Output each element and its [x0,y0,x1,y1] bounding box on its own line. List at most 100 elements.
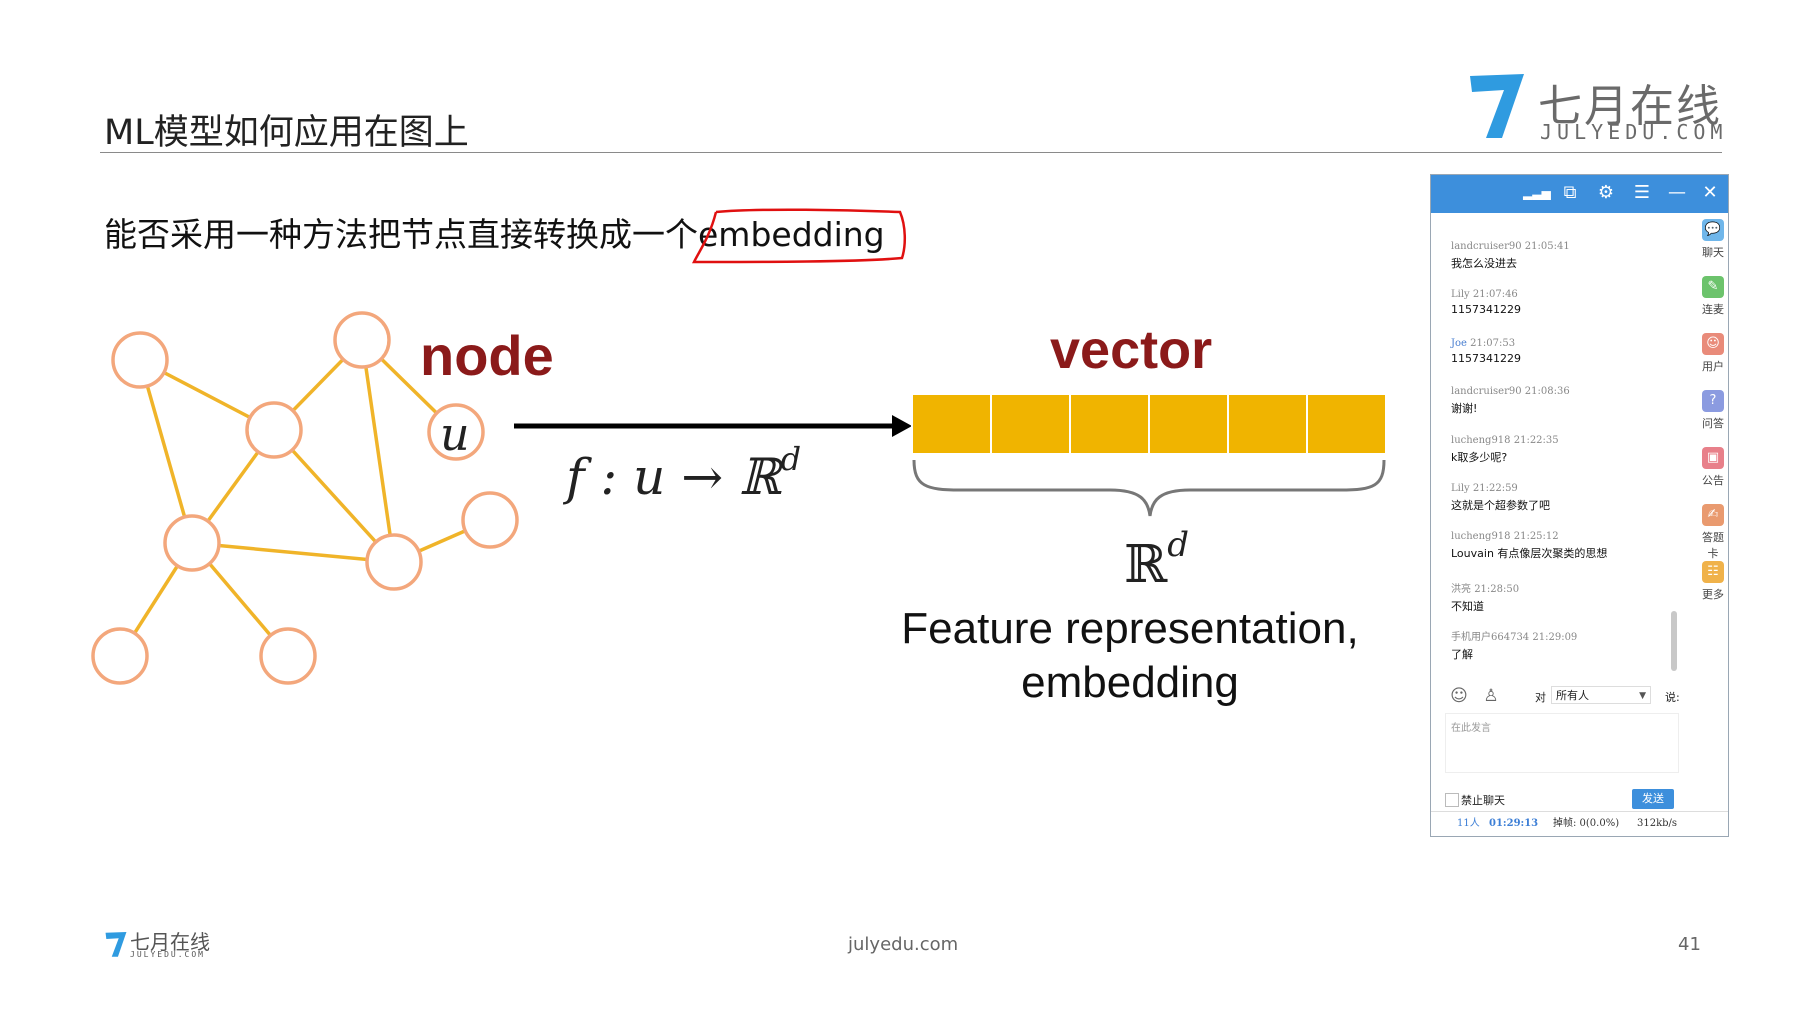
chat-message: lucheng918 21:22:35 k取多少呢? [1451,435,1671,483]
message-meta: 手机用户664734 21:29:09 [1451,632,1578,644]
sidebar-item-label: 公告 [1702,474,1724,487]
chat-message: Lily 21:22:59 这就是个超参数了吧 [1451,483,1671,531]
chat-scrollbar[interactable] [1671,611,1677,671]
vector-cell [1227,393,1308,455]
sidebar-item-label: 问答 [1702,417,1724,430]
footer-logo: 七月在线 JULYEDU.COM [104,926,224,960]
mapping-arrowhead [892,415,912,437]
message-text: 1157341229 [1451,351,1521,365]
message-meta: Lily 21:22:59 [1451,482,1518,494]
say-label: 说: [1665,691,1680,704]
graph-node [333,311,391,369]
send-button[interactable]: 发送 [1632,789,1674,809]
brand-logo: 七月在线 JULYEDU.COM [1466,68,1726,150]
sidebar-item-answer-card[interactable]: ✍ 答题卡 [1697,504,1729,561]
graph-node [163,514,221,572]
menu-icon[interactable]: ☰ [1629,180,1655,206]
message-text: Louvain 有点像层次聚类的思想 [1451,547,1608,561]
sidebar-item-notice[interactable]: ▣ 公告 [1697,447,1729,504]
sidebar-item-label: 答题卡 [1702,531,1724,560]
user-select-icon[interactable]: ♙ [1481,686,1501,706]
status-bar: 11人 01:29:13 掉帧: 0(0.0%) 312kb/s [1431,811,1728,837]
brand-name-en: JULYEDU.COM [1540,120,1728,144]
sidebar-item-mic[interactable]: ✎ 连麦 [1697,276,1729,333]
sidebar-item-label: 聊天 [1702,246,1724,259]
vector-cell [1148,393,1229,455]
caption-line-2: embedding [1021,658,1239,707]
minimize-icon[interactable]: — [1664,180,1690,206]
graph-node [365,533,423,591]
brand-seven-icon [105,932,127,957]
bitrate: 312kb/s [1637,818,1678,829]
sidebar-item-label: 用户 [1702,360,1724,373]
sidebar-item-label: 更多 [1702,588,1724,601]
chat-message: landcruiser90 21:05:41 我怎么没进去 [1451,241,1671,289]
footer-url: julyedu.com [848,934,959,955]
page-number: 41 [1678,934,1701,955]
chevron-down-icon: ▼ [1639,691,1646,701]
sidebar-item-users[interactable]: ☺ 用户 [1697,333,1729,390]
recipient-select[interactable]: 所有人 ▼ [1551,686,1651,704]
elapsed-time: 01:29:13 [1489,818,1539,829]
graph-node [259,627,317,685]
sidebar-item-label: 连麦 [1702,303,1724,316]
vector-cell [990,393,1071,455]
vector-cell [1069,393,1150,455]
ban-chat-label: 禁止聊天 [1461,794,1505,807]
pencil-icon: ✎ [1702,276,1724,298]
chat-sidebar: 💬 聊天 ✎ 连麦 ☺ 用户 ? 问答 ▣ 公告 ✍ 答题卡 ☷ 更多 [1697,219,1729,618]
chat-bubble-icon: 💬 [1702,219,1724,241]
emoji-icon[interactable]: ☺ [1449,686,1469,706]
sidebar-item-qa[interactable]: ? 问答 [1697,390,1729,447]
graph-node [461,491,519,549]
chat-message: 手机用户664734 21:29:09 了解 [1451,628,1671,676]
embedding-space: ℝd [1124,525,1189,595]
chat-message: 洪亮 21:28:50 不知道 [1451,580,1671,628]
graph-node [111,331,169,389]
sidebar-item-chat[interactable]: 💬 聊天 [1697,219,1729,276]
more-grid-icon: ☷ [1702,561,1724,583]
message-text: k取多少呢? [1451,450,1508,464]
message-input[interactable]: 在此发言 [1445,713,1679,773]
chat-message-list: landcruiser90 21:05:41 我怎么没进去 Lily 21:07:… [1451,241,1671,677]
message-meta: Lily 21:07:46 [1451,289,1518,301]
chat-header: ▂▃▅ ⧉ ⚙ ☰ — ✕ [1431,175,1728,213]
recipient-label: 对 [1535,691,1546,704]
handwritten-annotation [691,208,906,264]
chat-message: Lily 21:07:46 1157341229 [1451,289,1671,337]
recipient-value: 所有人 [1556,689,1589,702]
ban-chat-checkbox[interactable] [1445,793,1459,807]
chat-message: lucheng918 21:25:12 Louvain 有点像层次聚类的思想 [1451,531,1671,579]
mapping-function: f : u → ℝd [562,440,801,506]
message-text: 1157341229 [1451,303,1521,317]
user-icon: ☺ [1702,333,1724,355]
graph-edges [118,338,491,658]
message-text: 谢谢! [1451,402,1478,416]
chat-message: Joe 21:07:53 1157341229 [1451,338,1671,386]
node-variable-u: u [440,407,470,461]
viewer-count: 11人 [1457,818,1480,829]
embedding-vector [911,393,1387,455]
popout-icon[interactable]: ⧉ [1557,180,1583,206]
brand-seven-icon [1470,74,1524,138]
announcement-icon: ▣ [1702,447,1724,469]
message-text: 了解 [1451,648,1473,662]
close-icon[interactable]: ✕ [1697,180,1723,206]
footer-brand-en: JULYEDU.COM [130,950,205,959]
message-text: 这就是个超参数了吧 [1451,498,1550,512]
vector-cell [911,393,992,455]
node-label: node [420,324,554,387]
chat-message: landcruiser90 21:08:36 谢谢! [1451,386,1671,434]
vector-label: vector [1050,320,1212,380]
caption-line-1: Feature representation, [901,604,1358,653]
graph-node [245,401,303,459]
message-meta: landcruiser90 21:08:36 [1451,386,1570,398]
message-meta: Joe 21:07:53 [1451,337,1516,349]
gear-icon[interactable]: ⚙ [1593,180,1619,206]
graph-node [91,627,149,685]
graph-embedding-diagram: node u f : u → ℝd vector ℝd Feature repr… [91,208,1387,707]
sidebar-item-more[interactable]: ☷ 更多 [1697,561,1729,618]
message-meta: lucheng918 21:22:35 [1451,434,1559,446]
message-text: 我怎么没进去 [1451,257,1517,270]
message-text: 不知道 [1451,599,1484,613]
